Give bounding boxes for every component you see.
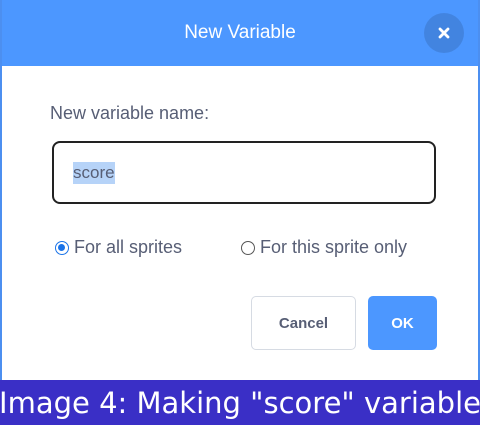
variable-name-label: New variable name: <box>50 103 210 123</box>
close-button[interactable] <box>424 13 464 53</box>
radio-label-all-sprites: For all sprites <box>74 237 183 257</box>
radio-for-this-sprite-only[interactable]: For this sprite only <box>241 237 407 258</box>
variable-name-input[interactable]: score <box>52 141 436 204</box>
radio-unchecked-icon <box>241 240 255 255</box>
radio-label-this-sprite: For this sprite only <box>260 237 408 257</box>
dialog-header: New Variable <box>2 0 478 66</box>
caption-bar: Image 4: Making "score" variable <box>0 380 480 425</box>
ok-button[interactable]: OK <box>368 296 437 350</box>
caption-text: Image 4: Making "score" variable <box>0 385 480 420</box>
new-variable-dialog: New Variable New variable name: score Fo… <box>0 0 480 380</box>
radio-for-all-sprites[interactable]: For all sprites <box>55 237 182 258</box>
dialog-title: New Variable <box>184 22 296 43</box>
close-x-icon <box>437 26 451 40</box>
variable-name-value: score <box>73 161 115 184</box>
radio-checked-icon <box>55 240 69 255</box>
cancel-button[interactable]: Cancel <box>251 296 356 350</box>
